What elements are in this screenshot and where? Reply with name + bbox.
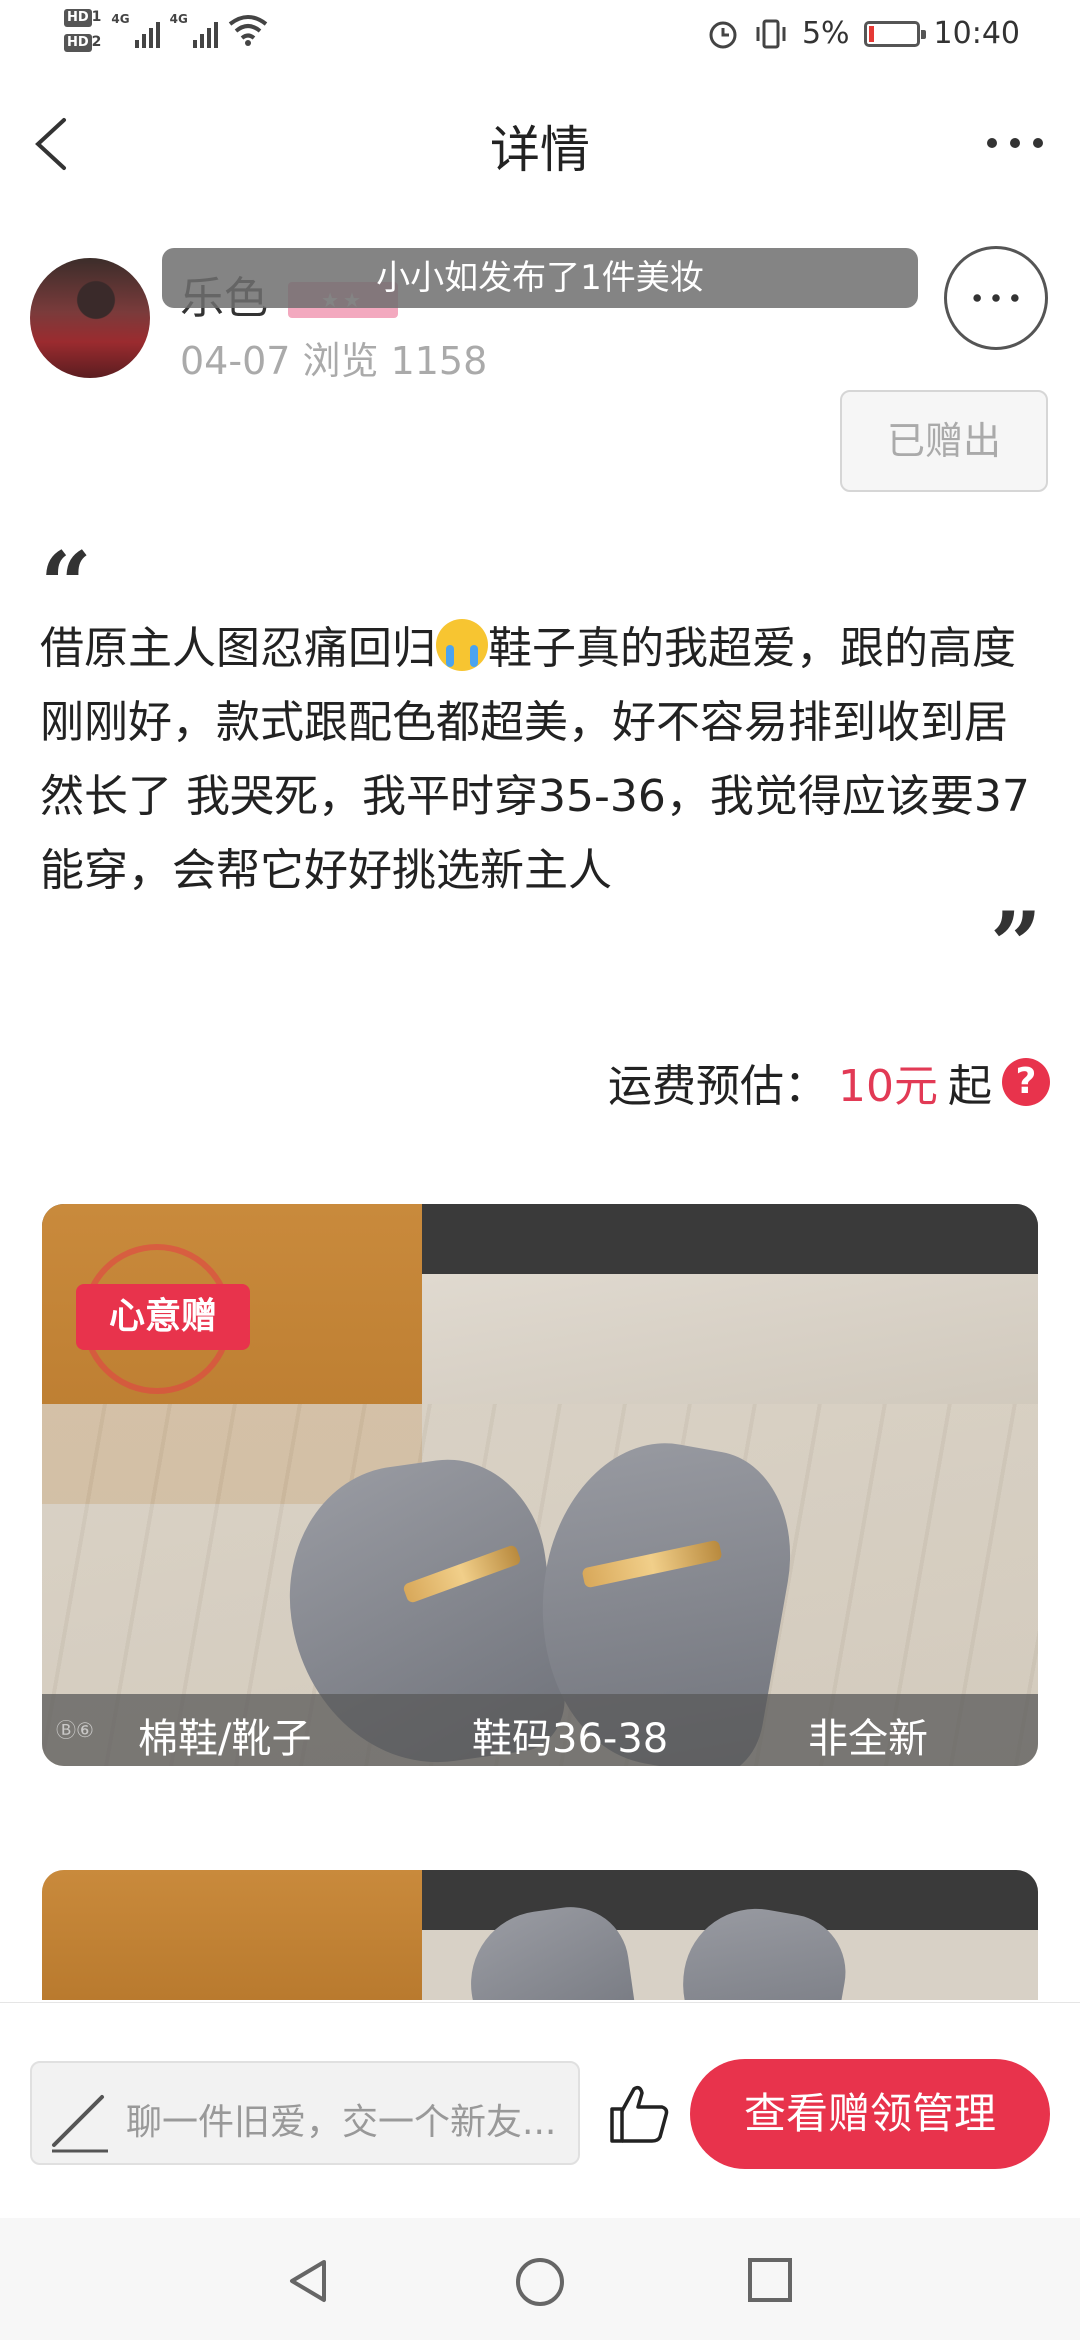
more-options-button[interactable] [944,246,1048,350]
gift-stamp-label: 心意赠 [76,1284,250,1350]
comment-input[interactable]: 聊一件旧爱，交一个新友... [30,2061,580,2165]
view-gift-management-button[interactable]: 查看赠领管理 [690,2059,1050,2169]
description-text-1: 借原主人图忍痛回归 [40,623,436,674]
bottom-action-bar: 聊一件旧爱，交一个新友... 查看赠领管理 [0,2002,1080,2218]
shipping-suffix: 起 [948,1061,992,1112]
hd-indicators: HD 1 HD 2 [64,8,101,52]
photo-info-bar: Ⓑ⑥ 棉鞋/靴子 鞋码36-38 非全新 [42,1694,1038,1766]
item-category: 棉鞋/靴子 [138,1716,312,1762]
battery-percent: 5% [801,16,850,51]
shipping-estimate: 运费预估： 10元 起 ? [608,1050,1050,1114]
post-description: 借原主人图忍痛回归 鞋子真的我超爱，跟的高度刚刚好，款式跟配色都超美，好不容易排到… [40,612,1040,908]
status-left: HD 1 HD 2 4G 4G [64,8,268,52]
quote-close-icon: ” [990,892,1042,998]
badge-icons: Ⓑ⑥ [56,1718,94,1742]
alarm-icon [709,21,737,48]
battery-icon [863,20,926,47]
shipping-price: 10元 [838,1061,938,1112]
clock: 10:40 [933,16,1020,51]
avatar[interactable] [30,258,150,378]
comment-placeholder: 聊一件旧爱，交一个新友... [126,2102,557,2143]
item-condition: 非全新 [808,1716,928,1762]
photo2-wall [42,1870,422,2000]
nav-recents-icon[interactable] [746,2256,794,2304]
post-meta: 04-07 浏览 1158 [180,339,488,383]
product-photo-2[interactable] [42,1870,1038,2000]
toast-notification: 小小如发布了1件美妆 [162,248,918,308]
status-right: 5% 10:40 [706,16,1020,51]
hd2-indicator: HD 2 [64,33,101,52]
system-nav-bar [0,2218,1080,2340]
page-title: 详情 [490,121,590,179]
hd1-indicator: HD 1 [64,8,101,27]
wifi-icon [228,15,268,46]
status-bar: HD 1 HD 2 4G 4G 5% 10:40 [0,0,1080,72]
pen-icon [52,2095,108,2153]
crying-emoji-icon [436,619,488,671]
thumbs-up-icon[interactable] [606,2081,672,2147]
nav-home-icon[interactable] [514,2256,566,2308]
more-icon[interactable] [980,118,1050,168]
gifted-button[interactable]: 已赠出 [840,390,1048,492]
product-photo[interactable]: 心意赠 Ⓑ⑥ 棉鞋/靴子 鞋码36-38 非全新 [42,1204,1038,1766]
vibrate-icon [756,19,786,48]
shipping-label: 运费预估： [608,1061,828,1112]
photo-background [422,1204,1038,1274]
nav-back-icon[interactable] [284,2256,334,2306]
help-icon[interactable]: ? [1002,1058,1050,1106]
item-size: 鞋码36-38 [472,1716,669,1762]
signal-2-icon: 4G [170,12,218,48]
nav-bar: 详情 [0,90,1080,200]
signal-1-icon: 4G [111,12,160,48]
